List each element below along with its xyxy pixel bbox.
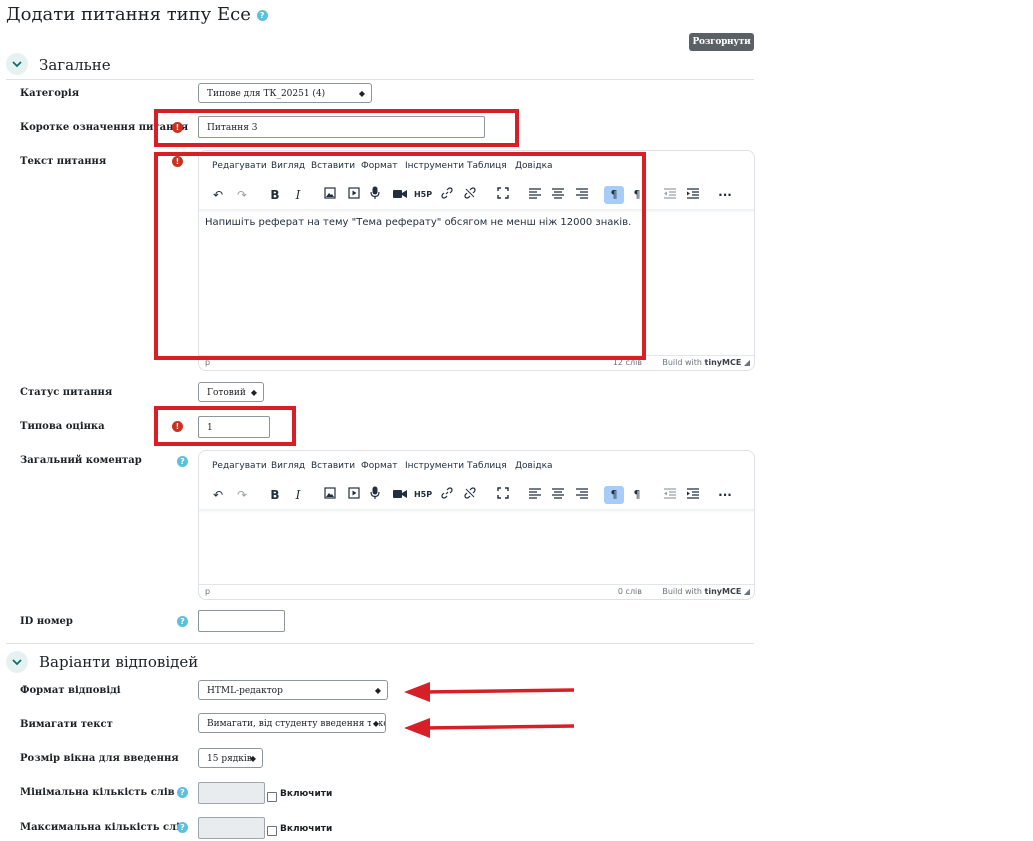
input-box-size-select[interactable]: 15 рядків ◆ — [198, 748, 263, 768]
category-select[interactable]: Типове для ТК_20251 (4) ◆ — [198, 83, 372, 103]
align-left-icon[interactable] — [525, 486, 545, 504]
link-icon[interactable] — [437, 486, 457, 504]
more-icon[interactable]: ··· — [715, 486, 735, 504]
require-text-label: Вимагати текст — [20, 719, 113, 730]
select-arrows-icon: ◆ — [370, 714, 379, 732]
select-arrows-icon: ◆ — [249, 754, 256, 763]
align-center-icon[interactable] — [548, 486, 568, 504]
indent-icon[interactable] — [683, 486, 703, 504]
max-words-enable-checkbox[interactable] — [267, 826, 277, 836]
chevron-down-icon — [12, 61, 22, 68]
section-responses-toggle[interactable] — [6, 651, 28, 673]
category-label: Категорія — [20, 88, 80, 99]
require-text-select[interactable]: Вимагати, від студенту введення тексту ◆ — [198, 713, 386, 733]
id-number-label: ID номер — [20, 616, 73, 627]
annotation-arrow-icon — [404, 682, 575, 702]
section-divider — [6, 643, 754, 644]
annotation-arrow-icon — [404, 718, 575, 738]
menu-tools[interactable]: Інструменти — [405, 461, 464, 471]
question-text-label: Текст питання — [20, 156, 107, 167]
microphone-icon[interactable] — [365, 486, 385, 504]
chevron-down-icon — [12, 659, 22, 666]
help-icon[interactable]: ? — [256, 9, 268, 21]
section-general-toggle[interactable] — [6, 53, 28, 75]
select-arrows-icon: ◆ — [374, 686, 381, 695]
id-number-input[interactable] — [198, 610, 285, 632]
undo-icon[interactable]: ↶ — [208, 486, 228, 504]
video-camera-icon[interactable] — [390, 486, 410, 504]
input-box-size-label: Розмір вікна для введення — [20, 753, 179, 764]
min-words-enable-checkbox[interactable] — [267, 792, 277, 802]
help-icon[interactable]: ? — [177, 822, 188, 833]
annotation-box — [154, 152, 646, 360]
help-icon[interactable]: ? — [177, 456, 188, 467]
status-label: Статус питання — [20, 387, 113, 398]
select-arrows-icon: ◆ — [358, 89, 365, 98]
max-words-enable-label[interactable]: Включити — [280, 824, 332, 834]
word-count: 0 слів — [617, 587, 642, 596]
ltr-icon[interactable]: ¶ — [604, 486, 624, 504]
general-feedback-label: Загальний коментар — [20, 455, 142, 466]
italic-icon[interactable]: I — [288, 486, 308, 504]
bold-icon[interactable]: B — [265, 486, 285, 504]
media-icon[interactable] — [344, 486, 364, 504]
min-words-input[interactable] — [198, 782, 265, 804]
section-responses-title: Варіанти відповідей — [39, 653, 199, 671]
redo-icon[interactable]: ↷ — [232, 486, 252, 504]
outdent-icon[interactable] — [660, 486, 680, 504]
menu-edit[interactable]: Редагувати — [212, 461, 267, 471]
min-words-enable-label[interactable]: Включити — [280, 789, 332, 799]
menu-table[interactable]: Таблиця — [467, 461, 507, 471]
menu-view[interactable]: Вигляд — [271, 461, 305, 471]
fullscreen-icon[interactable] — [493, 486, 513, 504]
section-general-title: Загальне — [39, 56, 111, 74]
image-icon[interactable] — [320, 486, 340, 504]
max-words-input[interactable] — [198, 817, 265, 839]
menu-help[interactable]: Довідка — [515, 461, 553, 471]
status-select[interactable]: Готовий ◆ — [198, 382, 264, 402]
unlink-icon[interactable] — [460, 486, 480, 504]
align-right-icon[interactable] — [572, 486, 592, 504]
expand-all-button[interactable]: Розгорнути всі — [689, 33, 754, 65]
indent-icon[interactable] — [683, 186, 703, 204]
outdent-icon[interactable] — [660, 186, 680, 204]
default-mark-label: Типова оцінка — [20, 421, 105, 432]
response-format-select[interactable]: HTML-редактор ◆ — [198, 680, 388, 700]
element-path[interactable]: p — [205, 587, 210, 596]
menu-format[interactable]: Формат — [361, 461, 398, 471]
h5p-icon[interactable]: H5P — [413, 486, 433, 504]
page-title: Додати питання типу Есе ? — [6, 4, 268, 25]
editor-statusbar: p 0 слів Build with tinyMCE ◢ — [199, 584, 754, 599]
annotation-box — [154, 406, 296, 446]
min-words-label: Мінімальна кількість слів — [20, 787, 175, 798]
max-words-label: Максимальна кількість слів — [20, 822, 187, 833]
select-arrows-icon: ◆ — [250, 388, 257, 397]
response-format-label: Формат відповіді — [20, 685, 121, 696]
rtl-icon[interactable]: ¶ — [627, 486, 647, 504]
annotation-box — [154, 109, 519, 147]
menu-insert[interactable]: Вставити — [311, 461, 355, 471]
help-icon[interactable]: ? — [177, 787, 188, 798]
more-icon[interactable]: ··· — [715, 186, 735, 204]
tinymce-branding[interactable]: Build with tinyMCE ◢ — [662, 358, 750, 367]
help-icon[interactable]: ? — [177, 616, 188, 627]
tinymce-branding[interactable]: Build with tinyMCE ◢ — [662, 587, 750, 596]
section-divider — [6, 79, 754, 80]
general-feedback-editor[interactable]: Редагувати Вигляд Вставити Формат Інстру… — [198, 450, 755, 600]
